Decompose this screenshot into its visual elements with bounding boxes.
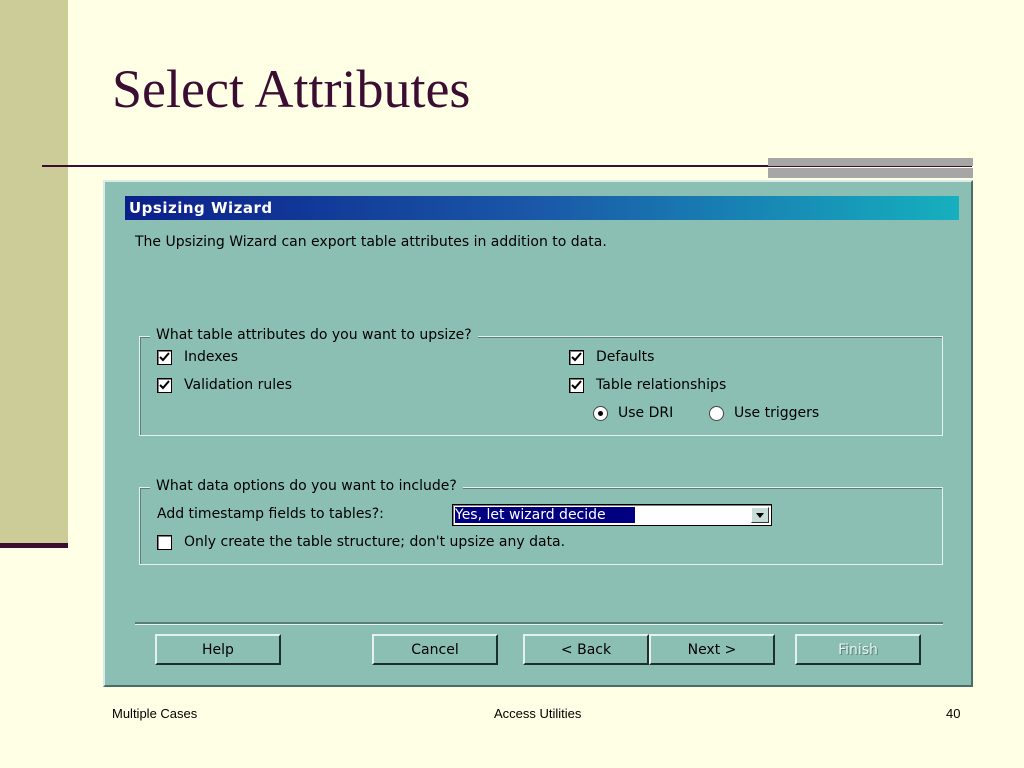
button-separator [135,622,943,625]
footer-left-text: Multiple Cases [112,706,198,721]
checkbox-checked-icon [569,377,584,393]
finish-button[interactable]: Finish [795,634,921,665]
divider-accent-top [768,158,973,166]
back-button[interactable]: < Back [523,634,649,665]
data-options-group-legend: What data options do you want to include… [150,478,463,494]
left-accent-bar [0,543,68,548]
next-button[interactable]: Next > [649,634,775,665]
timestamp-select[interactable]: Yes, let wizard decide [452,504,772,526]
dialog-intro-text: The Upsizing Wizard can export table att… [135,234,607,250]
help-button[interactable]: Help [155,634,281,665]
checkbox-checked-icon [157,377,172,393]
checkbox-checked-icon [157,349,172,365]
footer-center-text: Access Utilities [494,706,582,721]
data-options-group: What data options do you want to include… [139,478,943,565]
left-band [0,0,68,545]
defaults-checkbox[interactable]: Defaults [569,349,654,365]
indexes-label: Indexes [184,349,239,365]
divider-accent-bottom [768,168,973,178]
attributes-group-legend: What table attributes do you want to ups… [150,327,478,343]
table-relationships-checkbox[interactable]: Table relationships [569,377,726,393]
upsizing-wizard-dialog: Upsizing Wizard The Upsizing Wizard can … [103,180,973,687]
structure-only-label: Only create the table structure; don't u… [184,534,566,550]
cancel-button[interactable]: Cancel [372,634,498,665]
timestamp-field-label: Add timestamp fields to tables?: [157,506,384,522]
dialog-title: Upsizing Wizard [129,199,273,217]
use-triggers-label: Use triggers [734,405,820,421]
use-dri-radio[interactable]: Use DRI [593,405,673,421]
radio-selected-icon [593,405,608,421]
validation-rules-label: Validation rules [184,377,293,393]
validation-rules-checkbox[interactable]: Validation rules [157,377,292,393]
slide-title: Select Attributes [112,59,471,119]
chevron-down-icon[interactable] [751,507,769,523]
use-dri-label: Use DRI [618,405,674,421]
use-triggers-radio[interactable]: Use triggers [709,405,819,421]
table-relationships-label: Table relationships [596,377,727,393]
checkbox-unchecked-icon [157,534,172,550]
page-number: 40 [946,706,961,721]
indexes-checkbox[interactable]: Indexes [157,349,238,365]
defaults-label: Defaults [596,349,655,365]
radio-unselected-icon [709,405,724,421]
structure-only-checkbox[interactable]: Only create the table structure; don't u… [157,534,565,550]
dialog-titlebar[interactable]: Upsizing Wizard [125,196,959,220]
timestamp-select-value: Yes, let wizard decide [455,507,635,523]
checkbox-checked-icon [569,349,584,365]
